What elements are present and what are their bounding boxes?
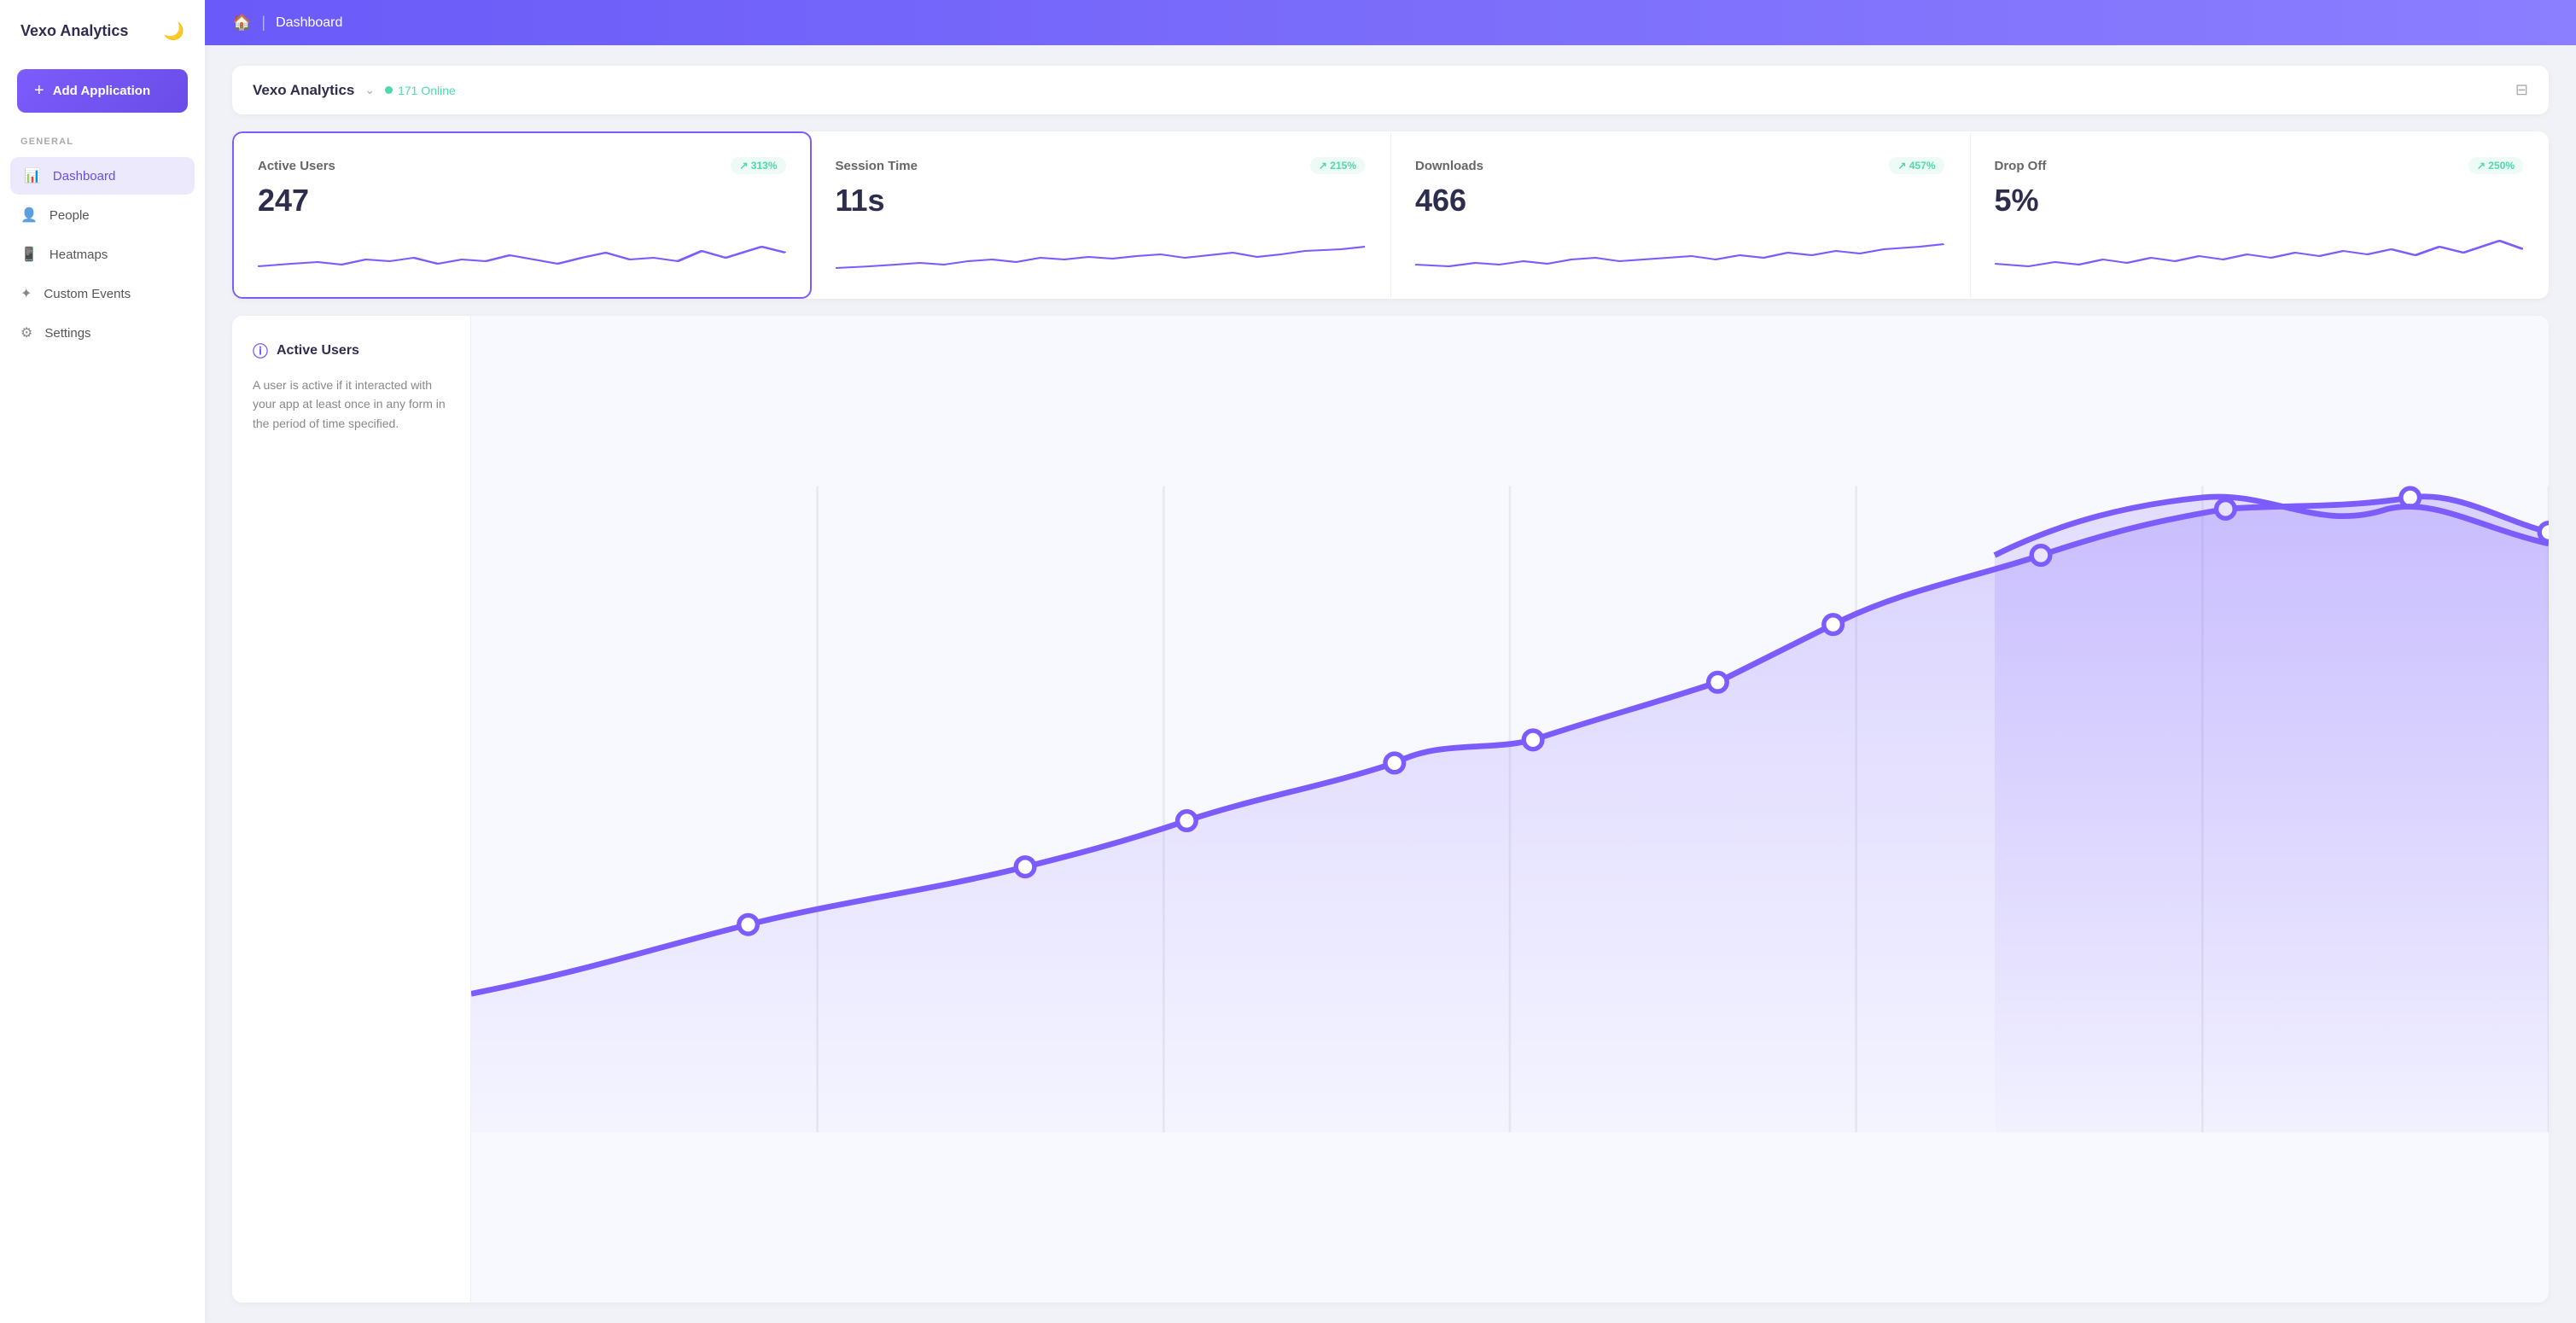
stat-badge-drop-off: ↗ 250% <box>2468 157 2523 174</box>
stat-value-downloads: 466 <box>1415 183 1944 219</box>
stat-value-drop-off: 5% <box>1995 183 2524 219</box>
stat-card-downloads[interactable]: Downloads ↗ 457% 466 <box>1390 131 1970 299</box>
sparkline-session-time <box>836 234 1366 277</box>
info-panel-header: ⓘ Active Users <box>253 340 450 362</box>
app-logo-text: Vexo Analytics <box>20 22 128 40</box>
sidebar: Vexo Analytics 🌙 + Add Application GENER… <box>0 0 205 1323</box>
heatmaps-icon: 📱 <box>20 246 38 263</box>
topbar: 🏠 | Dashboard <box>205 0 2576 45</box>
stats-grid: Active Users ↗ 313% 247 Session Time ↗ 2… <box>232 131 2549 299</box>
plus-icon: + <box>34 81 44 101</box>
online-count: 171 Online <box>398 84 456 97</box>
stat-header: Drop Off ↗ 250% <box>1995 157 2524 174</box>
sidebar-nav: 📊 Dashboard 👤 People 📱 Heatmaps ✦ Custom… <box>0 157 205 352</box>
sidebar-item-people[interactable]: 👤 People <box>0 196 205 234</box>
topbar-divider: | <box>261 14 265 32</box>
info-panel: ⓘ Active Users A user is active if it in… <box>232 316 471 1303</box>
stat-card-drop-off[interactable]: Drop Off ↗ 250% 5% <box>1970 131 2550 299</box>
stat-label: Active Users <box>258 159 335 173</box>
home-icon[interactable]: 🏠 <box>232 14 251 32</box>
stat-badge-session-time: ↗ 215% <box>1310 157 1365 174</box>
info-panel-title: Active Users <box>277 343 359 358</box>
bottom-section: ⓘ Active Users A user is active if it in… <box>232 316 2549 1303</box>
stat-label: Session Time <box>836 159 918 173</box>
stat-card-session-time[interactable]: Session Time ↗ 215% 11s <box>812 131 1391 299</box>
sidebar-item-label: Custom Events <box>44 287 131 301</box>
dashboard-icon: 📊 <box>24 167 41 184</box>
sidebar-section-general: GENERAL <box>0 137 205 157</box>
app-selector-bar: Vexo Analytics ⌄ 171 Online ⊟ <box>232 66 2549 114</box>
main-chart-area <box>471 316 2549 1303</box>
stat-label: Drop Off <box>1995 159 2047 173</box>
stat-value-active-users: 247 <box>258 183 786 219</box>
custom-events-icon: ✦ <box>20 285 32 302</box>
settings-icon: ⚙ <box>20 324 32 341</box>
sidebar-logo: Vexo Analytics 🌙 <box>0 20 205 69</box>
main-content: 🏠 | Dashboard Vexo Analytics ⌄ 171 Onlin… <box>205 0 2576 1323</box>
sparkline-active-users <box>258 234 786 277</box>
people-icon: 👤 <box>20 207 38 224</box>
sidebar-item-label: Heatmaps <box>50 248 108 262</box>
sidebar-item-label: Settings <box>44 326 90 341</box>
stat-card-active-users[interactable]: Active Users ↗ 313% 247 <box>232 131 812 299</box>
sparkline-drop-off <box>1995 234 2524 277</box>
stat-header: Downloads ↗ 457% <box>1415 157 1944 174</box>
topbar-title: Dashboard <box>276 15 342 31</box>
app-selector-left: Vexo Analytics ⌄ 171 Online <box>253 82 456 99</box>
sparkline-downloads <box>1415 234 1944 277</box>
stat-badge-active-users: ↗ 313% <box>731 157 785 174</box>
stat-value-session-time: 11s <box>836 183 1366 219</box>
sidebar-item-dashboard[interactable]: 📊 Dashboard <box>10 157 195 195</box>
sidebar-item-heatmaps[interactable]: 📱 Heatmaps <box>0 236 205 273</box>
stat-header: Session Time ↗ 215% <box>836 157 1366 174</box>
stat-label: Downloads <box>1415 159 1483 173</box>
filter-icon[interactable]: ⊟ <box>2515 81 2528 99</box>
chevron-down-icon[interactable]: ⌄ <box>364 83 375 97</box>
sidebar-item-label: Dashboard <box>53 169 115 184</box>
info-icon: ⓘ <box>253 340 268 362</box>
stat-badge-downloads: ↗ 457% <box>1889 157 1944 174</box>
content-area: Vexo Analytics ⌄ 171 Online ⊟ Active Use… <box>205 45 2576 1323</box>
stat-header: Active Users ↗ 313% <box>258 157 786 174</box>
online-dot <box>385 86 393 94</box>
sidebar-item-custom-events[interactable]: ✦ Custom Events <box>0 275 205 312</box>
moon-icon: 🌙 <box>163 20 184 42</box>
add-application-button[interactable]: + Add Application <box>17 69 188 113</box>
info-panel-description: A user is active if it interacted with y… <box>253 376 450 433</box>
sidebar-item-settings[interactable]: ⚙ Settings <box>0 314 205 352</box>
add-application-label: Add Application <box>53 84 150 98</box>
selected-app-name: Vexo Analytics <box>253 82 354 99</box>
online-badge: 171 Online <box>385 84 456 97</box>
sidebar-item-label: People <box>50 208 90 223</box>
